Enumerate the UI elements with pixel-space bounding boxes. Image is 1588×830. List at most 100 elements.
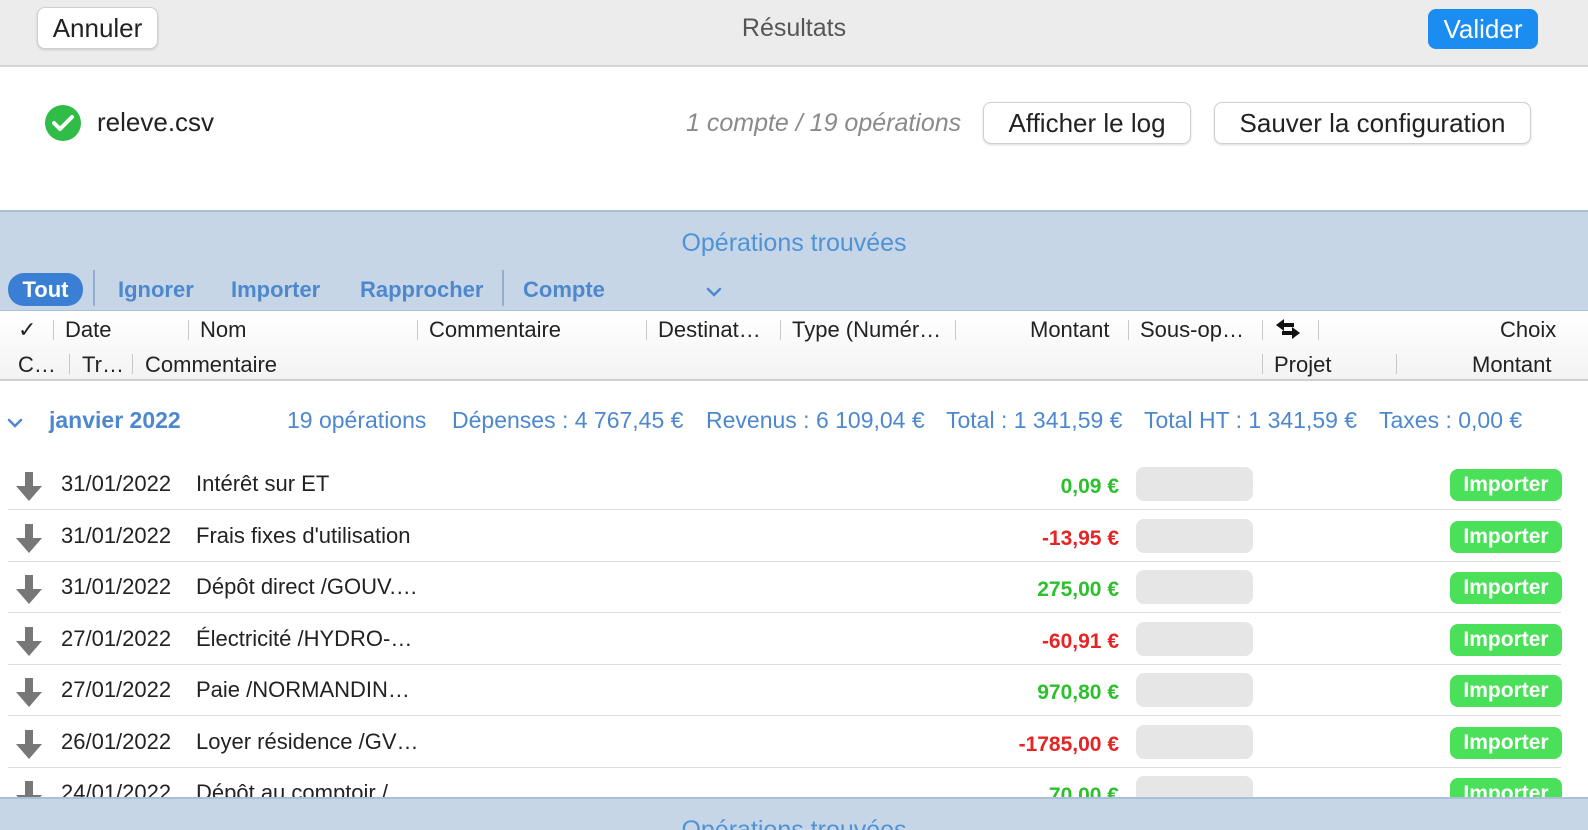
column-separator [132, 354, 133, 374]
month-total-ht: Total HT : 1 341,59 € [1144, 407, 1358, 433]
filter-all[interactable]: Tout [8, 273, 83, 306]
column-amount-secondary[interactable]: Montant [1472, 352, 1552, 378]
operation-amount: 970,80 € [1037, 681, 1119, 704]
arrow-down-icon [15, 781, 43, 797]
column-date[interactable]: Date [65, 317, 111, 343]
column-check[interactable]: ✓ [18, 317, 36, 343]
arrow-down-icon [15, 678, 43, 713]
operation-date: 26/01/2022 [61, 728, 172, 754]
operation-row[interactable]: 24/01/2022 Dépôt au comptoir / 70,00 € Impo… [8, 768, 1562, 797]
bottom-panel-title: Opérations trouvées [681, 816, 907, 830]
arrow-down-icon [15, 523, 43, 559]
column-subop[interactable]: Sous-op… [1140, 317, 1244, 343]
operation-row[interactable]: 26/01/2022 Loyer résidence /GV… -1785,00 €… [8, 717, 1562, 768]
import-button[interactable]: Importer [1450, 572, 1562, 604]
column-type[interactable]: Type (Numér… [792, 317, 941, 343]
chevron-down-icon[interactable] [7, 415, 23, 433]
operation-amount: 70,00 € [1048, 784, 1119, 797]
operation-amount: 0,09 € [1060, 475, 1119, 498]
column-separator [780, 320, 781, 340]
filter-import[interactable]: Importer [231, 277, 320, 303]
check-circle-icon [45, 105, 81, 141]
operation-row[interactable]: 31/01/2022 Intérêt sur ET 0,09 € Importer [8, 459, 1562, 510]
operation-amount: 275,00 € [1037, 578, 1119, 601]
account-chevron-down-icon[interactable] [706, 284, 722, 302]
operation-amount: -60,91 € [1041, 629, 1119, 653]
sub-operation-field[interactable] [1136, 467, 1253, 501]
operation-name: Paie /NORMANDIN… [196, 677, 410, 702]
save-configuration-button[interactable]: Sauver la configuration [1214, 102, 1531, 144]
operations-title: Opérations trouvées [681, 229, 907, 257]
import-button[interactable]: Importer [1450, 675, 1562, 707]
operation-amount: -1785,00 € [1018, 732, 1119, 756]
operation-name: Frais fixes d'utilisation [196, 522, 411, 548]
column-separator [1396, 354, 1397, 374]
operations-panel: Opérations trouvées Tout Ignorer Importe… [0, 210, 1588, 311]
column-separator [69, 354, 70, 374]
swap-arrows-icon[interactable] [1274, 317, 1302, 347]
column-separator [646, 320, 647, 340]
sub-operation-field[interactable] [1136, 776, 1253, 797]
operation-row[interactable]: 27/01/2022 Paie /NORMANDIN… 970,80 € Import… [8, 665, 1562, 716]
file-summary: releve.csv 1 compte / 19 opérations Affi… [0, 67, 1588, 210]
arrow-down-icon [15, 729, 43, 765]
operations-list: 31/01/2022 Intérêt sur ET 0,09 € Importer 31… [0, 459, 1588, 797]
arrow-down-icon [15, 472, 43, 507]
show-log-button[interactable]: Afficher le log [983, 102, 1191, 144]
column-separator [53, 320, 54, 340]
arrow-down-icon [15, 626, 43, 662]
operation-name: Dépôt direct /GOUV.… [196, 574, 418, 599]
import-button[interactable]: Importer [1450, 469, 1562, 501]
column-comment[interactable]: Commentaire [429, 317, 561, 343]
column-separator [1262, 354, 1263, 374]
month-expenses: Dépenses : 4 767,45 € [452, 407, 684, 433]
sub-operation-field[interactable] [1136, 724, 1253, 759]
import-button[interactable]: Importer [1450, 726, 1562, 759]
import-button[interactable]: Importer [1450, 520, 1562, 553]
column-c[interactable]: C… [18, 352, 56, 378]
toolbar: Annuler Résultats Valider [0, 0, 1588, 67]
column-tr[interactable]: Tr… [82, 352, 124, 378]
column-choice[interactable]: Choix [1500, 317, 1556, 343]
file-name: releve.csv [97, 107, 215, 137]
column-comment-secondary[interactable]: Commentaire [145, 352, 277, 378]
month-group-header[interactable]: janvier 2022 19 opérations Dépenses : 4 … [0, 393, 1588, 445]
bottom-panel: Opérations trouvées [0, 797, 1588, 830]
operation-row[interactable]: 31/01/2022 Dépôt direct /GOUV.… 275,00 € Im… [8, 562, 1562, 613]
operation-row[interactable]: 27/01/2022 Électricité /HYDRO-… -60,91 € Im… [8, 614, 1562, 665]
month-taxes: Taxes : 0,00 € [1379, 407, 1523, 433]
operation-date: 31/01/2022 [61, 471, 172, 496]
column-separator [1128, 320, 1129, 340]
sub-operation-field[interactable] [1136, 570, 1253, 604]
sub-operation-field[interactable] [1136, 518, 1253, 553]
window-title: Résultats [741, 14, 847, 42]
filter-separator [93, 270, 95, 306]
month-label: janvier 2022 [49, 407, 181, 433]
operation-name: Intérêt sur ET [196, 471, 330, 496]
filter-separator [502, 270, 504, 306]
arrow-down-icon [15, 575, 43, 610]
filter-reconcile[interactable]: Rapprocher [360, 277, 483, 303]
operation-name: Dépôt au comptoir / [196, 780, 388, 797]
import-button[interactable]: Importer [1450, 778, 1562, 797]
filter-ignore[interactable]: Ignorer [118, 277, 194, 303]
column-separator [417, 320, 418, 340]
filter-account[interactable]: Compte [523, 277, 605, 303]
operation-date: 31/01/2022 [61, 522, 172, 548]
operation-date: 31/01/2022 [61, 574, 172, 599]
sub-operation-field[interactable] [1136, 673, 1253, 707]
sub-operation-field[interactable] [1136, 621, 1253, 656]
column-name[interactable]: Nom [200, 317, 246, 343]
column-amount[interactable]: Montant [1030, 317, 1110, 343]
column-destination[interactable]: Destinat… [658, 317, 761, 343]
validate-button[interactable]: Valider [1428, 9, 1538, 49]
column-separator [1318, 320, 1319, 340]
file-summary-text: 1 compte / 19 opérations [686, 109, 962, 137]
column-project[interactable]: Projet [1274, 352, 1331, 378]
operation-date: 27/01/2022 [61, 625, 172, 651]
column-separator [1262, 320, 1263, 340]
column-separator [188, 320, 189, 340]
column-header: ✓ Date Nom Commentaire Destinat… Type (N… [0, 311, 1588, 381]
operation-row[interactable]: 31/01/2022 Frais fixes d'utilisation -13,9… [8, 511, 1562, 562]
import-button[interactable]: Importer [1450, 623, 1562, 656]
